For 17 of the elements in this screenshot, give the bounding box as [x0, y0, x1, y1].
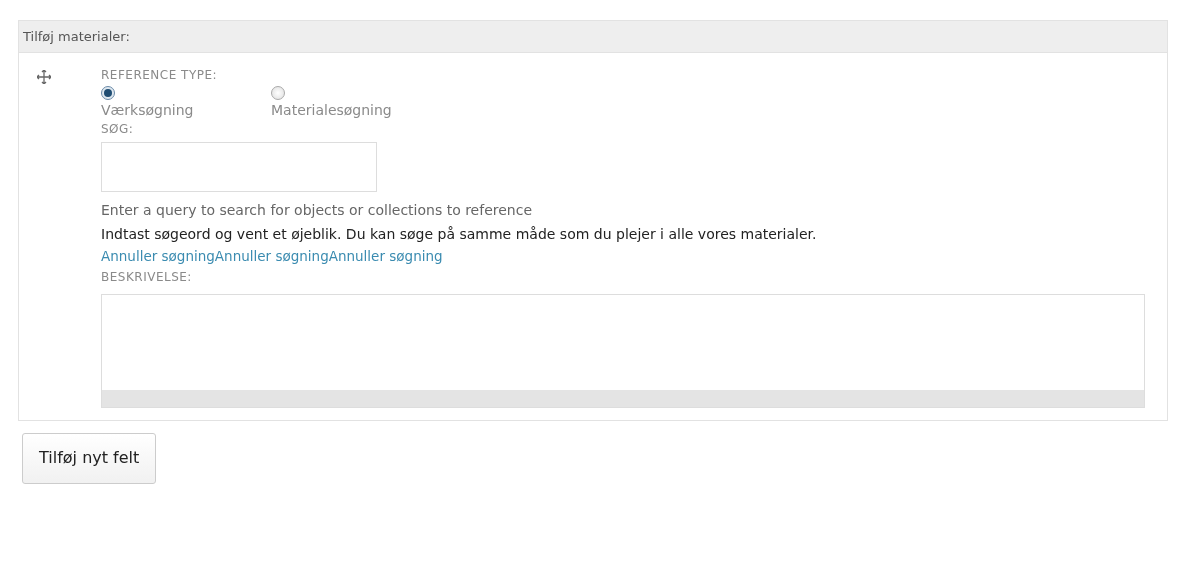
hint-text: Indtast søgeord og vent et øjeblik. Du kan søge på samme måde som du plejer i alle vores materialer.: [101, 226, 817, 242]
field-label: BESKRIVELSE:: [101, 270, 192, 284]
radio-label[interactable]: Værksøgning: [101, 102, 194, 118]
search-field[interactable]: [101, 142, 377, 192]
panel-title: Tilføj materialer:: [23, 29, 130, 44]
cancel-search-link[interactable]: Annuller søgning: [214, 248, 329, 264]
help-text: Enter a query to search for objects or collections to reference: [101, 202, 532, 218]
add-field-button[interactable]: Tilføj nyt felt: [22, 433, 157, 484]
description-field[interactable]: [101, 294, 1145, 408]
radio-label[interactable]: Materialesøgning: [271, 102, 392, 118]
field-label: REFERENCE TYPE:: [101, 68, 218, 82]
cancel-search-link[interactable]: Annuller søgning: [328, 248, 443, 264]
radio-button[interactable]: [271, 86, 285, 100]
move-icon[interactable]: [37, 70, 51, 84]
field-label: SØG:: [101, 122, 134, 136]
cancel-search-link[interactable]: Annuller søgning: [101, 248, 215, 264]
radio-button[interactable]: [101, 86, 115, 100]
